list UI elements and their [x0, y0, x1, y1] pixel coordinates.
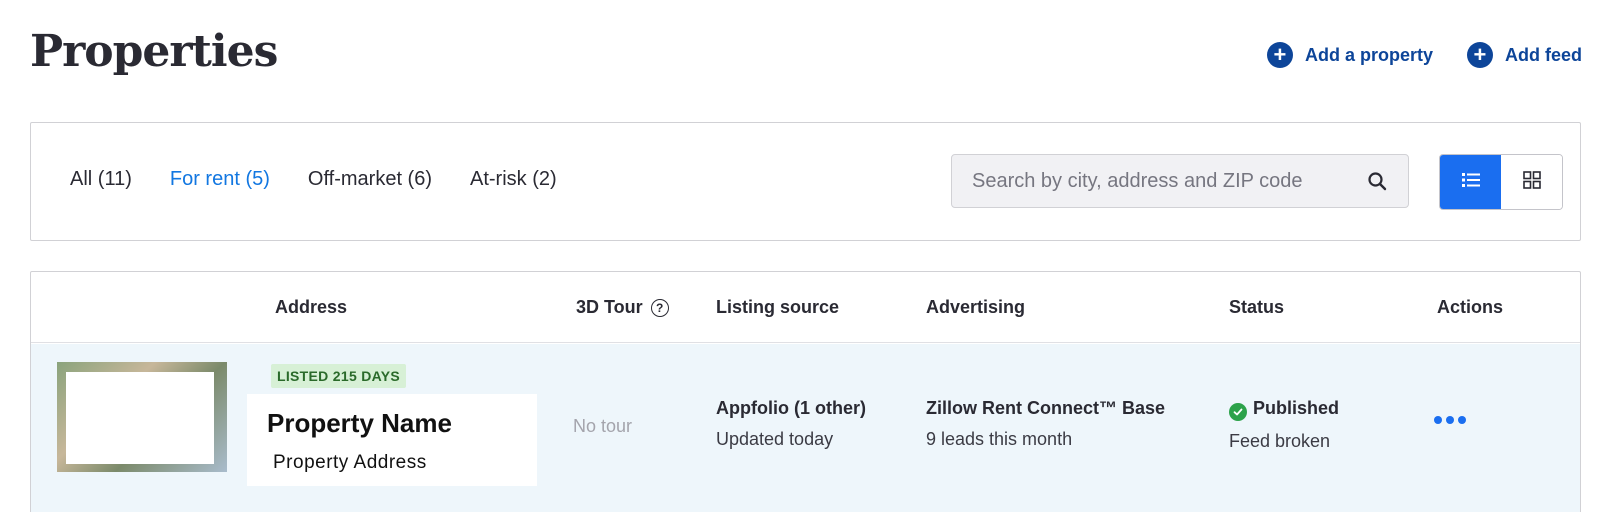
- thumbnail-redaction: [66, 372, 214, 464]
- list-view-button[interactable]: [1440, 155, 1501, 209]
- table-row[interactable]: LISTED 215 DAYS Property Name Property A…: [31, 344, 1580, 512]
- header-actions: + Add a property + Add feed: [1266, 42, 1582, 68]
- more-dots-icon-dot: [1446, 416, 1454, 424]
- tour-status: No tour: [573, 416, 633, 436]
- grid-icon: [1522, 170, 1542, 195]
- property-name[interactable]: Property Name: [267, 408, 452, 439]
- listing-source: Appfolio (1 other): [716, 398, 866, 418]
- column-header-3d-tour: 3D Tour ?: [576, 297, 669, 318]
- add-property-button[interactable]: + Add a property: [1266, 42, 1433, 68]
- column-header-3d-tour-label: 3D Tour: [576, 297, 643, 317]
- property-thumbnail[interactable]: [57, 362, 227, 472]
- filter-bar: All (11) For rent (5) Off-market (6) At-…: [30, 122, 1581, 241]
- property-address: Property Address: [273, 452, 427, 473]
- tab-at-risk[interactable]: At-risk (2): [470, 168, 557, 191]
- table-header: Address 3D Tour ? Listing source Adverti…: [31, 272, 1580, 343]
- search-input[interactable]: [972, 169, 1366, 193]
- properties-table: Address 3D Tour ? Listing source Adverti…: [30, 271, 1581, 512]
- column-header-actions: Actions: [1437, 297, 1504, 317]
- leads-count: 9 leads this month: [926, 429, 1073, 449]
- list-icon: [1461, 171, 1481, 194]
- view-toggle: [1439, 154, 1563, 210]
- add-property-label: Add a property: [1304, 44, 1433, 65]
- column-header-advertising: Advertising: [926, 297, 1026, 317]
- add-feed-label: Add feed: [1504, 44, 1582, 65]
- tab-off-market[interactable]: Off-market (6): [308, 168, 432, 191]
- tab-for-rent[interactable]: For rent (5): [170, 168, 270, 191]
- grid-view-button[interactable]: [1501, 155, 1562, 209]
- advertising-product: Zillow Rent Connect™ Base: [926, 398, 1166, 418]
- page-title: Properties: [30, 26, 278, 77]
- column-header-address: Address: [275, 297, 348, 317]
- status-detail: Feed broken: [1229, 431, 1331, 451]
- plus-circle-icon: +: [1266, 42, 1293, 68]
- search-icon[interactable]: [1366, 170, 1388, 192]
- listing-source-cell: Appfolio (1 other) Updated today: [716, 398, 866, 450]
- column-header-listing-source: Listing source: [716, 297, 840, 317]
- search-box: [951, 154, 1409, 208]
- status-published: Published: [1229, 398, 1339, 421]
- add-feed-button[interactable]: + Add feed: [1466, 42, 1582, 68]
- filter-tabs: All (11) For rent (5) Off-market (6) At-…: [70, 168, 557, 191]
- property-name-block: Property Name Property Address: [247, 394, 537, 486]
- listing-updated: Updated today: [716, 429, 834, 449]
- column-header-status: Status: [1229, 297, 1285, 317]
- status-cell: Published Feed broken: [1229, 398, 1339, 452]
- tab-all[interactable]: All (11): [70, 168, 132, 191]
- check-circle-icon: [1229, 403, 1247, 421]
- advertising-cell: Zillow Rent Connect™ Base 9 leads this m…: [926, 398, 1165, 450]
- plus-circle-icon: +: [1466, 42, 1493, 68]
- status-label: Published: [1253, 398, 1340, 418]
- more-dots-icon: [1434, 416, 1442, 424]
- more-dots-icon-dot: [1458, 416, 1466, 424]
- help-icon[interactable]: ?: [650, 298, 669, 317]
- listed-days-badge: LISTED 215 DAYS: [271, 364, 407, 388]
- more-actions-button[interactable]: [1432, 410, 1468, 430]
